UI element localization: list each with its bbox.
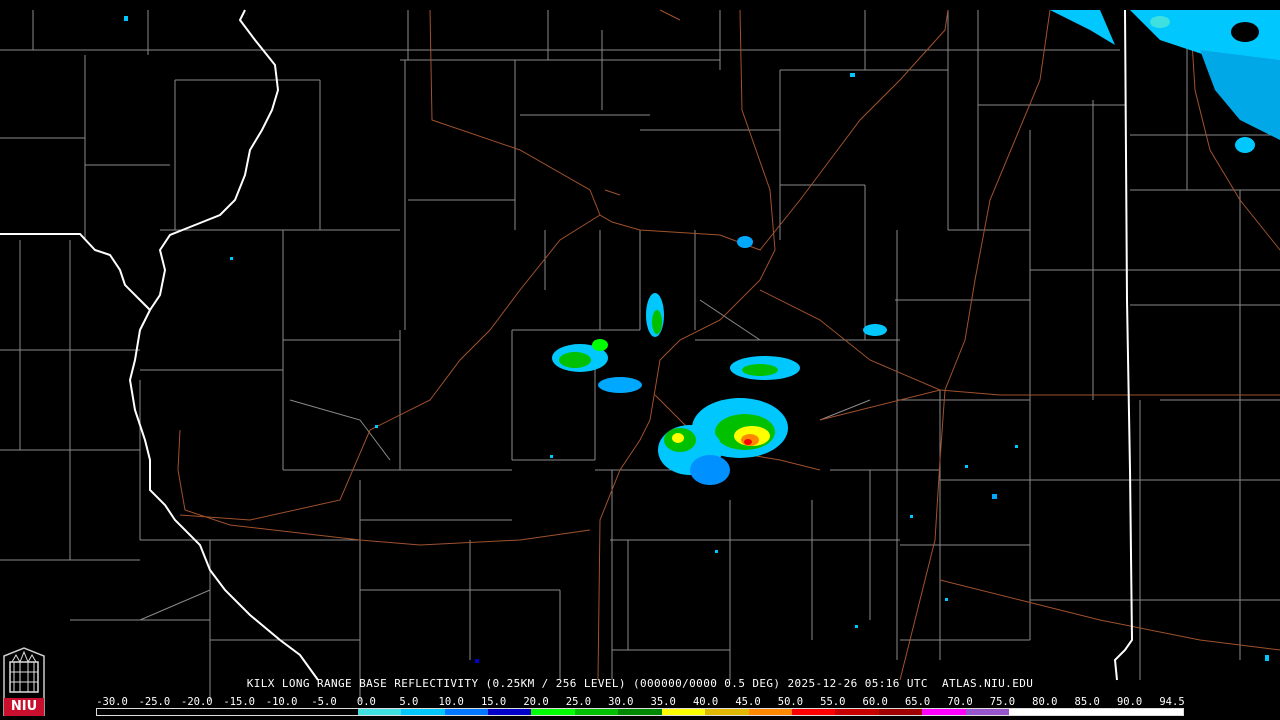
scale-label: 94.5 <box>1159 696 1185 708</box>
county-boundaries <box>0 10 1280 700</box>
scale-swatch <box>314 709 358 715</box>
scale-label: -25.0 <box>138 696 171 708</box>
scale-label: -30.0 <box>96 696 128 708</box>
highways <box>177 9 1280 681</box>
scale-swatch <box>140 709 184 715</box>
scale-label: 25.0 <box>565 696 592 708</box>
scale-swatch <box>1096 709 1140 715</box>
scale-label: 0.0 <box>356 696 376 708</box>
scale-swatch <box>97 709 141 715</box>
scale-swatch <box>661 709 706 715</box>
scale-swatch <box>1052 709 1097 715</box>
scale-swatch <box>227 709 271 715</box>
scale-label: 15.0 <box>480 696 507 708</box>
scale-swatch <box>618 709 662 715</box>
scale-label: 50.0 <box>777 696 804 708</box>
scale-label: 90.0 <box>1116 696 1143 708</box>
scale-swatch <box>183 709 228 715</box>
scale-swatch <box>1139 709 1183 715</box>
logo-text: NIU <box>10 699 38 714</box>
scale-swatch <box>401 709 445 715</box>
product-caption: KILX LONG RANGE BASE REFLECTIVITY (0.25K… <box>246 677 1034 690</box>
scale-label: 70.0 <box>947 696 973 708</box>
scale-swatch <box>357 709 402 715</box>
scale-label: 45.0 <box>735 696 761 708</box>
scale-label: -10.0 <box>265 696 298 708</box>
scale-label: 5.0 <box>399 696 419 708</box>
scale-swatch <box>1009 709 1053 715</box>
scale-swatch <box>922 709 966 715</box>
scale-swatch <box>531 709 575 715</box>
scale-swatch <box>748 709 792 715</box>
scale-swatch <box>792 709 836 715</box>
scale-label: 20.0 <box>523 696 549 708</box>
scale-label: 85.0 <box>1074 696 1100 708</box>
scale-label: -15.0 <box>223 696 255 708</box>
scale-label: 30.0 <box>608 696 634 708</box>
scale-label: 35.0 <box>650 696 676 708</box>
scale-swatch <box>965 709 1010 715</box>
scale-label: -5.0 <box>311 696 337 708</box>
scale-label: 10.0 <box>438 696 464 708</box>
scale-swatch <box>878 709 923 715</box>
scale-swatch <box>835 709 879 715</box>
scale-label: 60.0 <box>862 696 888 708</box>
scale-label: 40.0 <box>692 696 719 708</box>
scale-swatch <box>705 709 749 715</box>
scale-label: -20.0 <box>180 696 213 708</box>
scale-swatch <box>487 709 532 715</box>
scale-swatch <box>574 709 619 715</box>
state-boundaries <box>0 9 1134 681</box>
radar-returns <box>124 10 1280 663</box>
scale-swatch <box>270 709 315 715</box>
scale-label: 75.0 <box>989 696 1016 708</box>
radar-map <box>0 9 1280 700</box>
scale-label: 55.0 <box>820 696 846 708</box>
reflectivity-color-scale <box>96 708 1184 716</box>
scale-label: 80.0 <box>1032 696 1058 708</box>
scale-label: 65.0 <box>904 696 931 708</box>
scale-swatch <box>444 709 488 715</box>
